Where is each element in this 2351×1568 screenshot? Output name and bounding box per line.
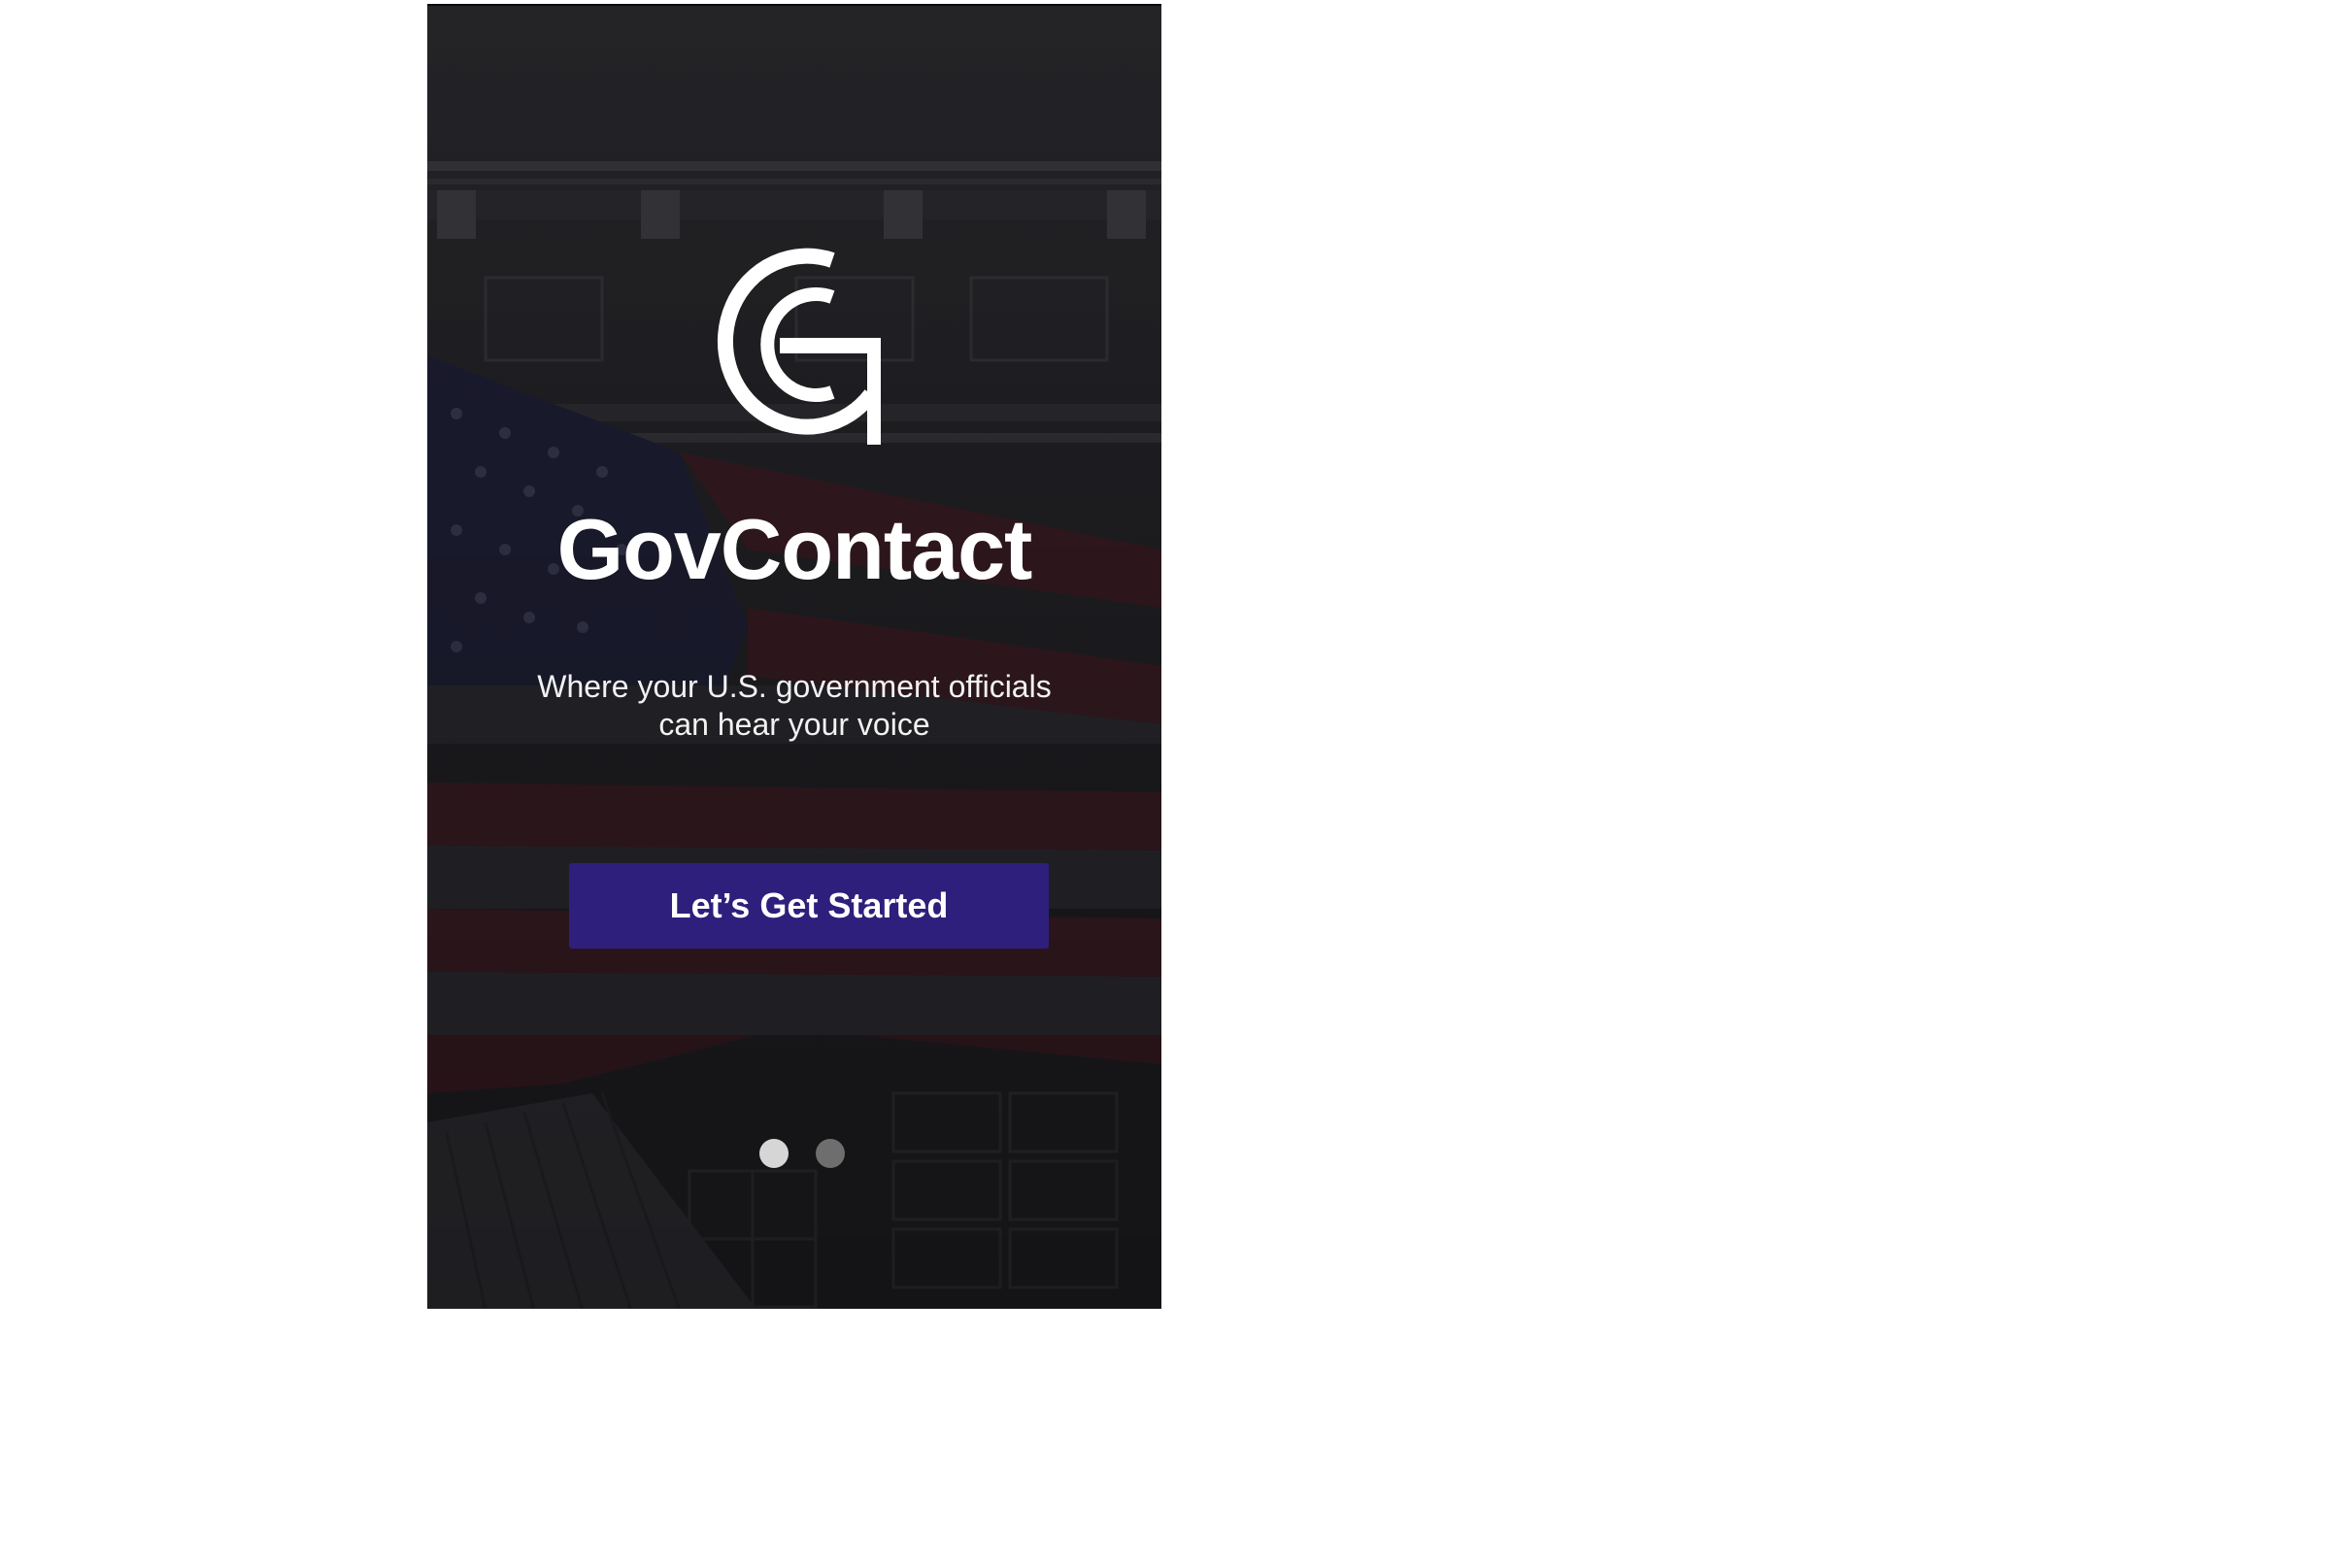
page-dot-1-active[interactable]	[759, 1139, 789, 1168]
gc-monogram-icon	[717, 248, 881, 445]
app-title: GovContact	[556, 501, 1033, 597]
tagline-line-1: Where your U.S. government officials	[537, 669, 1052, 704]
onboarding-screen: GovContact Where your U.S. government of…	[427, 4, 1161, 1309]
tagline-line-2: can hear your voice	[658, 707, 930, 742]
background-photo	[427, 6, 1161, 1309]
page-dot-2[interactable]	[816, 1139, 845, 1168]
get-started-button[interactable]: Let’s Get Started	[569, 863, 1049, 949]
tagline: Where your U.S. government officials can…	[427, 668, 1161, 744]
page-indicator	[427, 1139, 1161, 1168]
